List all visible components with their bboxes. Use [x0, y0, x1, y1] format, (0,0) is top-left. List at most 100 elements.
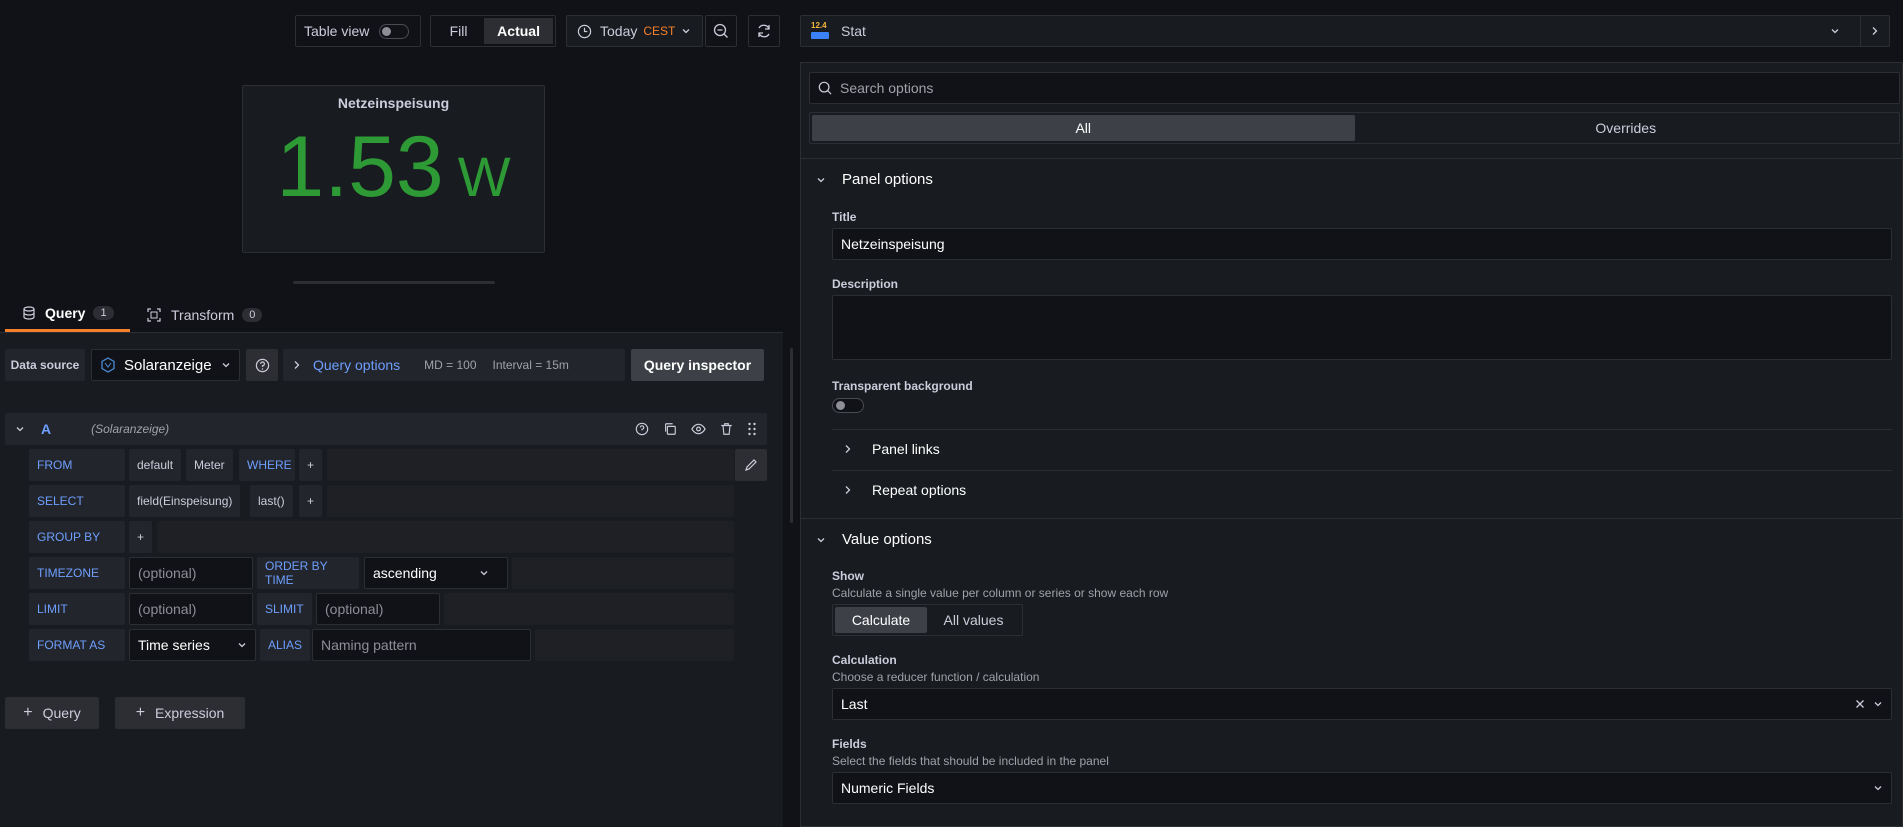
select-aggregation[interactable]: last(): [250, 485, 293, 517]
show-radio-group: Calculate All values: [832, 604, 1023, 636]
calculation-description: Choose a reducer function / calculation: [832, 670, 1040, 684]
chevron-down-icon: [221, 360, 231, 370]
eye-icon[interactable]: [691, 422, 706, 436]
query-row-header: A (Solaranzeige): [5, 413, 767, 445]
format-as-select[interactable]: Time series: [129, 629, 256, 661]
alias-keyword: ALIAS: [260, 629, 310, 661]
add-query-button[interactable]: + Query: [5, 697, 99, 729]
retention-policy[interactable]: default: [129, 449, 182, 481]
repeat-options-header[interactable]: Repeat options: [844, 482, 966, 498]
value-options-header[interactable]: Value options: [816, 531, 932, 548]
help-icon: [255, 358, 270, 373]
panel-title: Netzeinspeisung: [337, 95, 450, 111]
panel-links-header[interactable]: Panel links: [844, 441, 940, 457]
panel-options-title: Panel options: [842, 171, 933, 188]
query-editor-scrollbar[interactable]: [790, 348, 793, 523]
query-ref-id[interactable]: A: [41, 421, 51, 437]
timezone-badge: CEST: [643, 24, 676, 38]
stat-panel: Netzeinspeisung 1.53 W: [242, 85, 545, 253]
datasource-picker[interactable]: Solaranzeige: [91, 349, 240, 381]
add-expression-label: Expression: [155, 705, 225, 721]
transparent-switch[interactable]: [832, 398, 864, 413]
zoom-out-button[interactable]: [705, 15, 737, 47]
chevron-down-icon: [816, 535, 826, 545]
fields-label: Fields: [832, 737, 867, 751]
query-inspector-button[interactable]: Query inspector: [631, 349, 764, 381]
timezone-input[interactable]: (optional): [129, 557, 253, 589]
chevron-down-icon: [479, 568, 489, 578]
add-group-by-button[interactable]: +: [129, 521, 153, 553]
tab-overrides[interactable]: Overrides: [1355, 115, 1898, 141]
show-description: Calculate a single value per column or s…: [832, 586, 1169, 600]
measurement[interactable]: Meter: [186, 449, 233, 481]
limit-input[interactable]: (optional): [129, 593, 253, 625]
help-icon[interactable]: [635, 422, 649, 436]
show-all-values[interactable]: All values: [927, 607, 1020, 633]
copy-icon[interactable]: [663, 422, 677, 436]
section-divider: [832, 429, 1892, 430]
alias-input[interactable]: Naming pattern: [312, 629, 531, 661]
value-options-title: Value options: [842, 531, 932, 548]
calculation-label: Calculation: [832, 653, 897, 667]
clock-icon: [577, 24, 592, 39]
raw-query-edit-button[interactable]: [735, 449, 767, 481]
query-options-bar[interactable]: Query options MD = 100 Interval = 15m: [283, 349, 625, 381]
tab-transform[interactable]: Transform 0: [147, 297, 277, 332]
tabs-divider: [800, 158, 1903, 159]
chevron-right-icon[interactable]: [1871, 26, 1879, 36]
pencil-icon: [744, 458, 758, 472]
trash-icon[interactable]: [720, 422, 733, 436]
show-label: Show: [832, 569, 864, 583]
group-by-keyword: GROUP BY: [29, 521, 125, 553]
show-calculate[interactable]: Calculate: [835, 607, 927, 633]
panel-options-header[interactable]: Panel options: [816, 171, 933, 188]
order-by-time-keyword: ORDER BY TIME: [257, 557, 359, 589]
time-picker[interactable]: Today CEST: [566, 15, 703, 47]
visualization-picker[interactable]: 12.4 Stat: [800, 15, 1890, 47]
add-where-button[interactable]: +: [299, 449, 323, 481]
description-textarea[interactable]: [832, 295, 1892, 360]
search-icon: [818, 81, 832, 95]
tab-query[interactable]: Query 1: [5, 297, 130, 332]
influxdb-icon: [100, 357, 116, 373]
add-select-button[interactable]: +: [299, 485, 323, 517]
clear-icon[interactable]: [1855, 699, 1865, 709]
format-as-keyword: FORMAT AS: [29, 629, 125, 661]
max-data-points: MD = 100: [424, 358, 477, 372]
chevron-down-icon: [237, 640, 247, 650]
transparent-label: Transparent background: [832, 379, 973, 393]
group-by-row-filler: [157, 521, 734, 553]
title-input[interactable]: Netzeinspeisung: [832, 228, 1892, 260]
drag-handle-icon[interactable]: [747, 422, 757, 436]
calculation-select[interactable]: Last: [832, 688, 1892, 720]
section-divider: [800, 518, 1903, 519]
options-tabs: All Overrides: [809, 112, 1900, 144]
refresh-button[interactable]: [748, 15, 780, 47]
datasource-help-button[interactable]: [246, 349, 278, 381]
select-field[interactable]: field(Einspeisung): [129, 485, 241, 517]
slimit-input[interactable]: (optional): [316, 593, 440, 625]
chevron-down-icon: [816, 175, 826, 185]
datasource-name: Solaranzeige: [124, 356, 212, 374]
refresh-icon: [756, 23, 772, 39]
add-expression-button[interactable]: + Expression: [115, 697, 245, 729]
time-range-label: Today: [600, 23, 638, 39]
tab-query-count: 1: [93, 306, 114, 320]
chevron-right-icon: [844, 485, 852, 495]
fill-button[interactable]: Fill: [433, 23, 484, 39]
tab-transform-count: 0: [242, 307, 263, 322]
slimit-keyword: SLIMIT: [257, 593, 312, 625]
actual-button[interactable]: Actual: [484, 18, 553, 44]
tab-query-label: Query: [45, 305, 86, 321]
panel-resize-handle[interactable]: [293, 281, 495, 284]
order-by-select[interactable]: ascending: [364, 557, 508, 589]
transform-icon: [147, 307, 161, 322]
fields-description: Select the fields that should be include…: [832, 754, 1109, 768]
from-row-filler: [327, 449, 734, 481]
search-options-input[interactable]: Search options: [809, 72, 1900, 104]
title-label: Title: [832, 210, 857, 224]
table-view-switch[interactable]: [379, 23, 410, 39]
tab-all[interactable]: All: [812, 115, 1355, 141]
chevron-down-icon[interactable]: [15, 424, 25, 434]
fields-select[interactable]: Numeric Fields: [832, 772, 1892, 804]
